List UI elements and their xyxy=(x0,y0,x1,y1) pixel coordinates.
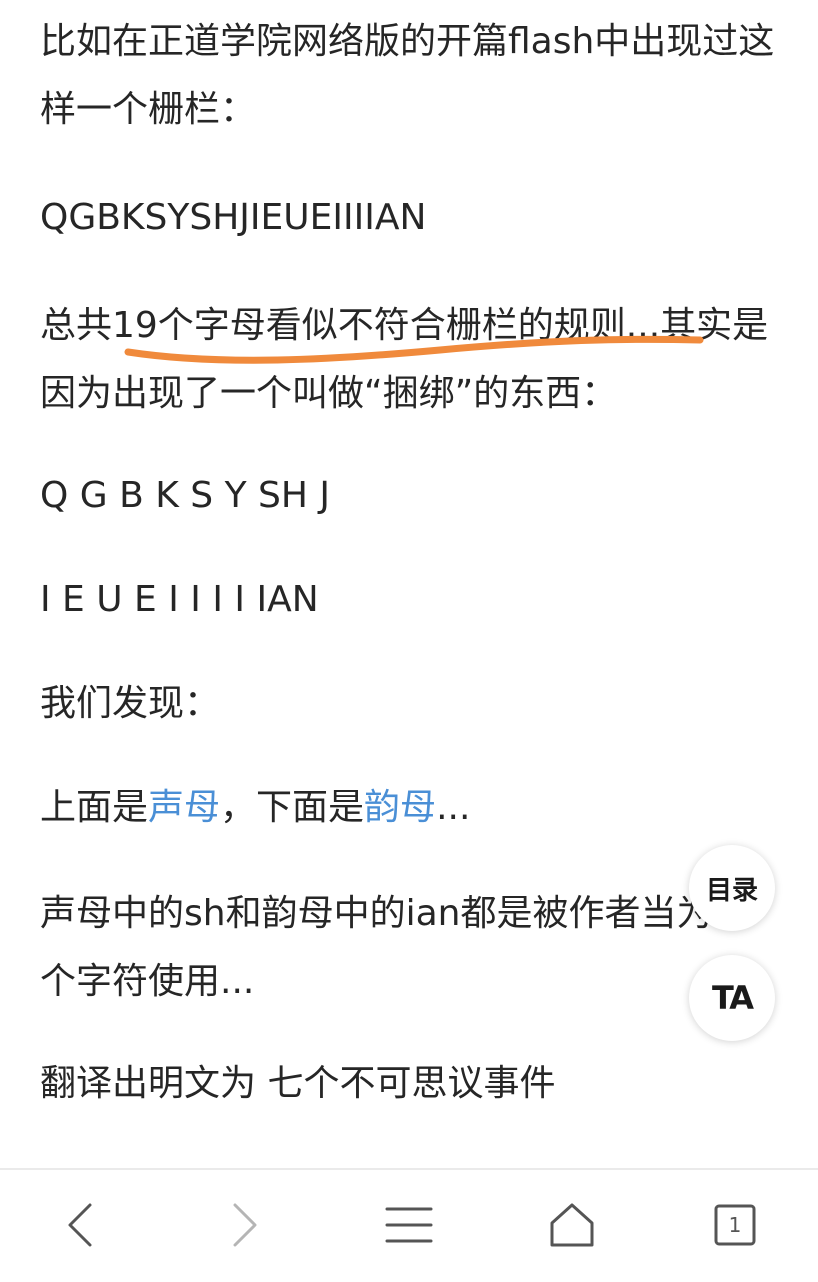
chevron-left-icon xyxy=(68,1203,92,1247)
forward-button[interactable] xyxy=(210,1190,280,1260)
paragraph-explanation: 总共19个字母看似不符合栅栏的规则...其实是因为出现了一个叫做“捆绑”的东西： xyxy=(40,305,769,414)
link-finals[interactable]: 韵母 xyxy=(364,787,436,828)
tabs-button[interactable]: 1 xyxy=(700,1190,770,1260)
toc-label: 目录 xyxy=(705,875,758,906)
paragraph-cipher-text: QGBKSYSHJIEUEIIIIAN xyxy=(40,197,427,238)
text-size-label: TA xyxy=(711,979,754,1017)
text-segment: ... xyxy=(436,787,471,828)
text-segment: 上面是 xyxy=(40,787,149,828)
home-icon xyxy=(550,1203,594,1247)
paragraph-initials-row: Q G B K S Y SH J xyxy=(40,475,331,516)
text-size-button[interactable]: TA xyxy=(689,955,775,1041)
menu-icon xyxy=(385,1207,433,1243)
tab-count: 1 xyxy=(728,1213,742,1237)
paragraph-initials-finals: 上面是声母，下面是韵母... xyxy=(40,774,780,842)
back-button[interactable] xyxy=(45,1190,115,1260)
text-segment: ，下面是 xyxy=(220,787,365,828)
table-of-contents-button[interactable]: 目录 xyxy=(689,845,775,931)
home-button[interactable] xyxy=(537,1190,607,1260)
paragraph-intro: 比如在正道学院网络版的开篇flash中出现过这样一个栅栏： xyxy=(40,21,775,130)
link-initials[interactable]: 声母 xyxy=(148,787,220,828)
bottom-navigation-bar: 1 xyxy=(0,1168,818,1282)
menu-button[interactable] xyxy=(374,1190,444,1260)
chevron-right-icon xyxy=(233,1203,257,1247)
paragraph-sh-ian-note: 声母中的sh和韵母中的ian都是被作者当为一个字符使用... xyxy=(40,893,749,1002)
paragraph-we-found: 我们发现： xyxy=(40,683,221,724)
paragraph-finals-row: I E U E I I I I IAN xyxy=(40,579,319,620)
paragraph-plaintext: 翻译出明文为 七个不可思议事件 xyxy=(40,1063,556,1104)
